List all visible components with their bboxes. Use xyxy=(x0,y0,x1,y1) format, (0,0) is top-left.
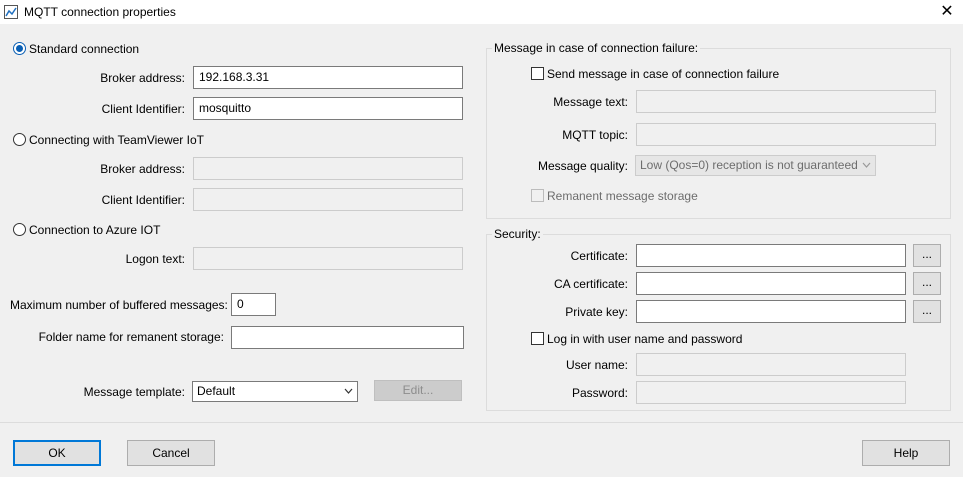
teamviewer-client-identifier-input[interactable] xyxy=(193,188,463,211)
logon-text-input[interactable] xyxy=(193,247,463,270)
teamviewer-broker-address-label: Broker address: xyxy=(100,162,185,176)
chevron-down-icon xyxy=(862,158,871,175)
max-buffered-label: Maximum number of buffered messages: xyxy=(10,298,228,312)
message-template-label: Message template: xyxy=(83,385,185,399)
teamviewer-broker-address-input[interactable] xyxy=(193,157,463,180)
remanent-storage-label[interactable]: Remanent message storage xyxy=(547,189,698,203)
cancel-button[interactable]: Cancel xyxy=(127,440,215,466)
security-group-title: Security: xyxy=(492,227,543,241)
message-text-label: Message text: xyxy=(553,95,628,109)
ca-certificate-browse-button[interactable]: ... xyxy=(913,272,941,295)
edit-template-button[interactable]: Edit... xyxy=(374,380,462,401)
private-key-browse-button[interactable]: ... xyxy=(913,300,941,323)
message-template-value: Default xyxy=(197,384,236,398)
private-key-label: Private key: xyxy=(565,305,628,319)
certificate-browse-button[interactable]: ... xyxy=(913,244,941,267)
send-message-checkbox[interactable] xyxy=(531,67,544,80)
password-input[interactable] xyxy=(636,381,906,404)
broker-address-input[interactable]: 192.168.3.31 xyxy=(193,66,463,89)
broker-address-label: Broker address: xyxy=(100,71,185,85)
ca-certificate-input[interactable] xyxy=(636,272,906,295)
certificate-input[interactable] xyxy=(636,244,906,267)
folder-name-label: Folder name for remanent storage: xyxy=(38,330,224,344)
login-checkbox[interactable] xyxy=(531,332,544,345)
certificate-label: Certificate: xyxy=(570,249,628,263)
client-identifier-label: Client Identifier: xyxy=(101,102,185,116)
teamviewer-connection-radio[interactable] xyxy=(13,133,26,146)
close-button[interactable]: ✕ xyxy=(931,0,963,24)
mqtt-topic-label: MQTT topic: xyxy=(562,128,628,142)
connection-failure-group-title: Message in case of connection failure: xyxy=(492,41,701,55)
chart-app-icon xyxy=(4,5,18,19)
private-key-input[interactable] xyxy=(636,300,906,323)
folder-name-input[interactable] xyxy=(231,326,464,349)
max-buffered-input[interactable]: 0 xyxy=(231,293,276,316)
mqtt-topic-input[interactable] xyxy=(636,123,936,146)
message-quality-value: Low (Qos=0) reception is not guaranteed xyxy=(640,158,858,172)
footer-divider xyxy=(0,422,963,423)
teamviewer-connection-label[interactable]: Connecting with TeamViewer IoT xyxy=(29,133,204,147)
message-quality-select[interactable]: Low (Qos=0) reception is not guaranteed xyxy=(635,155,876,176)
chevron-down-icon xyxy=(344,384,353,401)
client-identifier-input[interactable]: mosquitto xyxy=(193,97,463,120)
ca-certificate-label: CA certificate: xyxy=(553,277,628,291)
standard-connection-radio[interactable] xyxy=(13,42,26,55)
send-message-label[interactable]: Send message in case of connection failu… xyxy=(547,67,779,81)
close-icon: ✕ xyxy=(940,3,954,20)
logon-text-label: Logon text: xyxy=(125,252,185,266)
window-title: MQTT connection properties xyxy=(24,5,176,19)
standard-connection-label[interactable]: Standard connection xyxy=(29,42,139,56)
message-quality-label: Message quality: xyxy=(537,159,628,173)
message-template-select[interactable]: Default xyxy=(192,381,358,402)
remanent-storage-checkbox[interactable] xyxy=(531,189,544,202)
password-label: Password: xyxy=(571,386,628,400)
login-label[interactable]: Log in with user name and password xyxy=(547,332,742,346)
ok-button[interactable]: OK xyxy=(13,440,101,466)
username-input[interactable] xyxy=(636,353,906,376)
azure-connection-radio[interactable] xyxy=(13,223,26,236)
help-button[interactable]: Help xyxy=(862,440,950,466)
teamviewer-client-identifier-label: Client Identifier: xyxy=(101,193,185,207)
title-bar: MQTT connection properties ✕ xyxy=(0,0,963,24)
azure-connection-label[interactable]: Connection to Azure IOT xyxy=(29,223,160,237)
message-text-input[interactable] xyxy=(636,90,936,113)
username-label: User name: xyxy=(565,358,628,372)
